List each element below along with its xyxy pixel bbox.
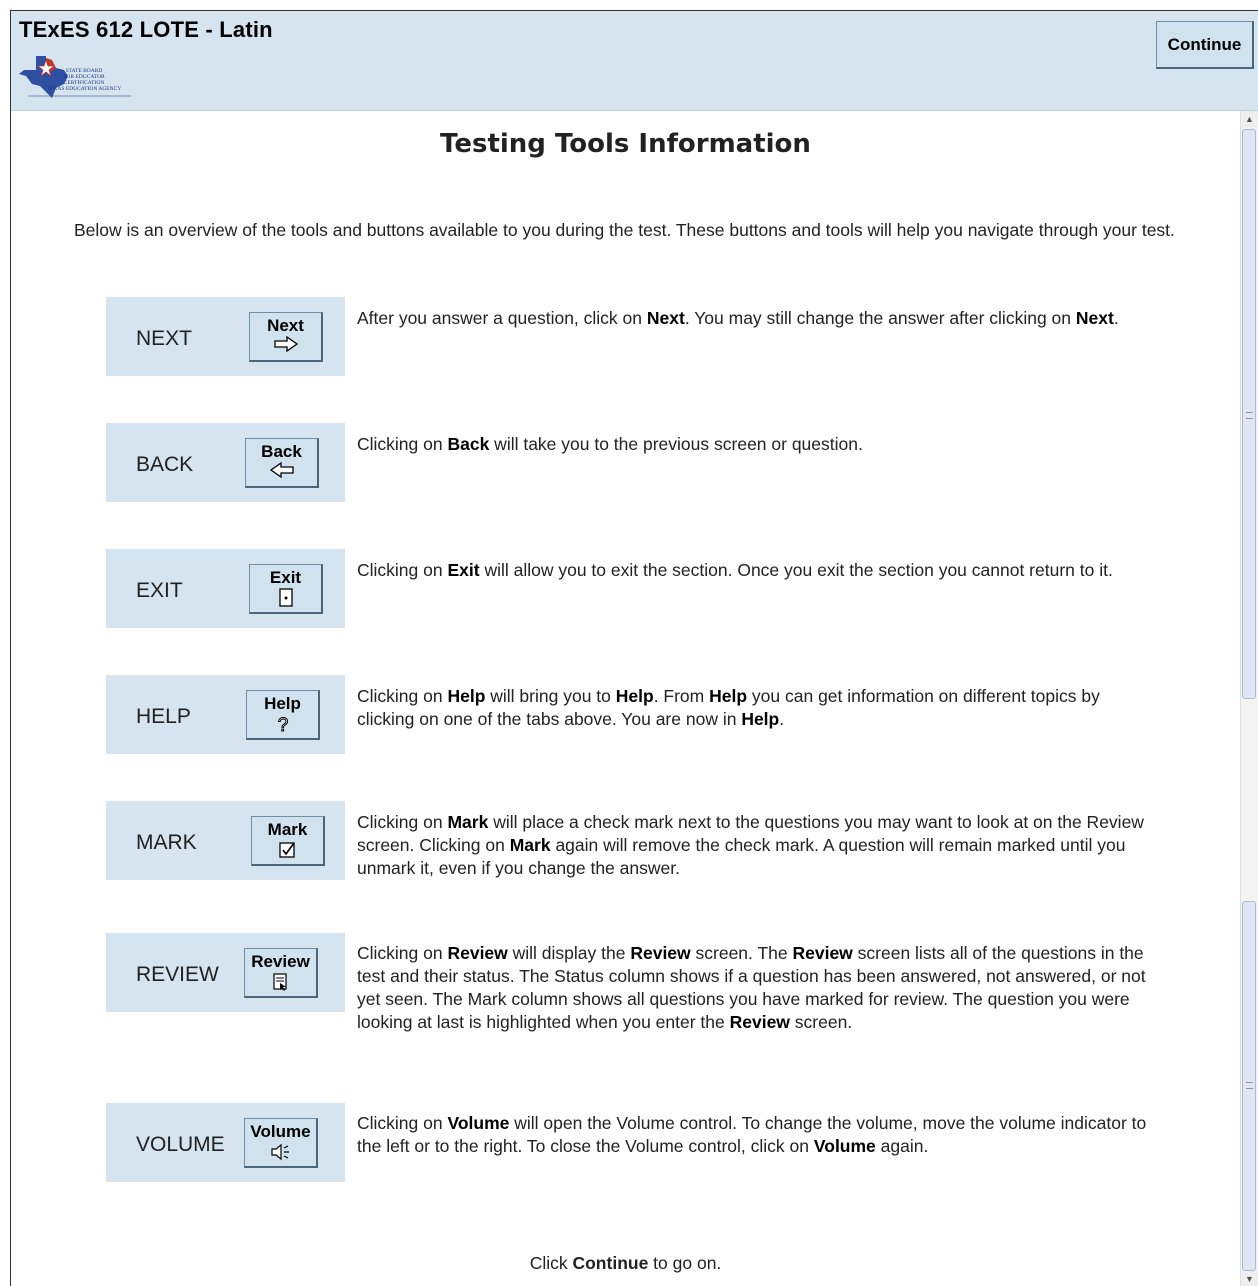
tool-description: After you answer a question, click on Ne… [357, 307, 1157, 330]
app-window: TExES 612 LOTE - Latin STATE BOARD FOR E… [10, 10, 1258, 1286]
tool-description: Clicking on Mark will place a check mark… [357, 811, 1157, 880]
door-icon [250, 588, 321, 613]
description-bold: Next [1075, 308, 1114, 328]
tool-label: REVIEW [136, 963, 219, 986]
tool-label: BACK [136, 453, 194, 476]
description-bold: Volume [813, 1136, 876, 1156]
description-bold: Next [646, 308, 685, 328]
sbec-logo: STATE BOARD FOR EDUCATOR CERTIFICATION T… [16, 46, 136, 108]
description-bold: Mark [447, 812, 489, 832]
checkbox-icon [252, 840, 323, 865]
tool-description: Clicking on Help will bring you to Help.… [357, 685, 1157, 731]
footer-pre: Click [529, 1253, 573, 1273]
tool-volume: VOLUME Volume [106, 1103, 345, 1182]
tool-label: NEXT [136, 327, 193, 350]
speaker-icon [245, 1142, 316, 1167]
scroll-down-arrow-icon[interactable]: ▼ [1241, 1271, 1258, 1286]
scroll-up-arrow-icon[interactable]: ▲ [1241, 111, 1258, 127]
exit-button-sample: Exit [249, 564, 323, 614]
description-bold: Back [447, 434, 490, 454]
description-bold: Help [447, 686, 486, 706]
question-icon: ? [247, 714, 318, 739]
tool-button-label: Help [264, 694, 301, 713]
description-bold: Volume [447, 1113, 510, 1133]
description-bold: Help [615, 686, 654, 706]
page-title: Testing Tools Information [440, 129, 811, 159]
description-text: . You may still change the answer after … [684, 308, 1076, 328]
description-text: Clicking on [357, 1113, 448, 1133]
description-text: After you answer a question, click on [357, 308, 647, 328]
mark-button-sample: Mark [251, 816, 325, 866]
description-text: again. [875, 1136, 929, 1156]
tool-label: EXIT [136, 579, 183, 602]
vertical-scrollbar[interactable]: ▲ ▼ [1240, 111, 1258, 1286]
description-text: Clicking on [357, 943, 448, 963]
description-text: Clicking on [357, 686, 448, 706]
continue-button[interactable]: Continue [1156, 21, 1254, 69]
scroll-thumb[interactable] [1242, 901, 1256, 1271]
tool-button-label: Volume [250, 1122, 311, 1141]
description-bold: Exit [447, 560, 480, 580]
description-text: Clicking on [357, 434, 448, 454]
description-text: screen. [789, 1012, 853, 1032]
tool-label: HELP [136, 705, 191, 728]
scroll-thumb[interactable] [1242, 129, 1256, 699]
description-text: will display the [507, 943, 631, 963]
description-bold: Mark [509, 835, 551, 855]
tool-description: Clicking on Review will display the Revi… [357, 942, 1157, 1034]
tool-button-label: Back [261, 442, 302, 461]
description-bold: Review [630, 943, 691, 963]
footer-post: to go on. [648, 1253, 722, 1273]
tool-label: MARK [136, 831, 197, 854]
description-bold: Review [447, 943, 508, 963]
tool-description: Clicking on Exit will allow you to exit … [357, 559, 1157, 582]
logo-line: TEXAS EDUCATION AGENCY [46, 86, 122, 92]
volume-button-sample: Volume [244, 1118, 318, 1168]
description-text: screen. The [690, 943, 793, 963]
right-arrow-icon [250, 335, 321, 357]
tool-review: REVIEW Review [106, 933, 345, 1012]
review-icon [245, 972, 316, 997]
app-title: TExES 612 LOTE - Latin [19, 17, 273, 42]
tool-exit: EXIT Exit [106, 549, 345, 628]
tool-mark: MARK Mark [106, 801, 345, 880]
tool-next: NEXT Next [106, 297, 345, 376]
description-text: will take you to the previous screen or … [489, 434, 863, 454]
footer-bold: Continue [572, 1253, 649, 1273]
description-text: Clicking on [357, 812, 448, 832]
description-text: . From [653, 686, 710, 706]
back-button-sample: Back [245, 438, 319, 488]
svg-text:?: ? [277, 715, 288, 734]
description-text: will allow you to exit the section. Once… [479, 560, 1113, 580]
next-button-sample: Next [249, 312, 323, 362]
tool-description: Clicking on Back will take you to the pr… [357, 433, 1157, 456]
header-bar: TExES 612 LOTE - Latin STATE BOARD FOR E… [11, 11, 1258, 111]
description-bold: Help [709, 686, 748, 706]
tool-button-label: Next [267, 316, 304, 335]
review-button-sample: Review [244, 948, 318, 998]
footer-instruction: Click Continue to go on. [11, 1253, 1240, 1274]
description-text: will bring you to [485, 686, 616, 706]
tool-button-label: Mark [267, 820, 308, 839]
description-text: Clicking on [357, 560, 448, 580]
intro-text: Below is an overview of the tools and bu… [74, 220, 1175, 240]
description-text: . [779, 709, 785, 729]
tool-back: BACK Back [106, 423, 345, 502]
left-arrow-icon [246, 461, 317, 483]
description-bold: Help [741, 709, 780, 729]
tool-button-label: Exit [269, 568, 302, 587]
tool-button-label: Review [251, 952, 310, 971]
tool-label: VOLUME [136, 1133, 225, 1156]
help-button-sample: Help? [246, 690, 320, 740]
description-text: . [1113, 308, 1119, 328]
tool-description: Clicking on Volume will open the Volume … [357, 1112, 1157, 1158]
description-bold: Review [792, 943, 853, 963]
tool-help: HELP Help? [106, 675, 345, 754]
description-bold: Review [729, 1012, 790, 1032]
